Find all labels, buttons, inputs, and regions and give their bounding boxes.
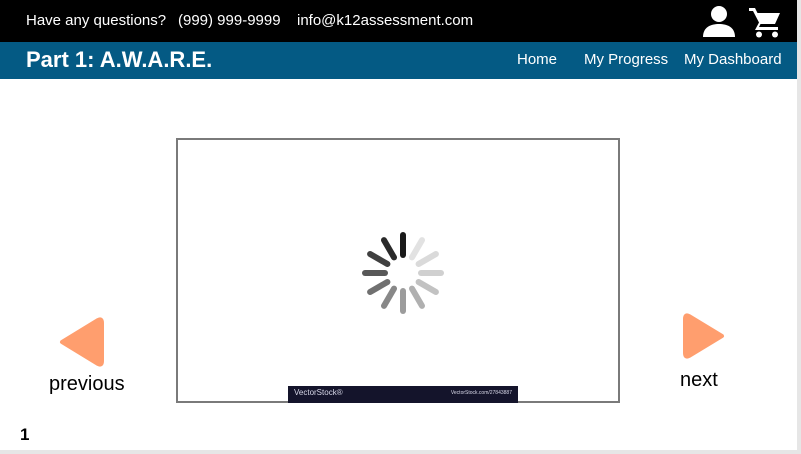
page-frame: Have any questions? (999) 999-9999 info@… <box>0 0 801 454</box>
contact-bar: Have any questions? (999) 999-9999 info@… <box>0 0 797 42</box>
email-address[interactable]: info@k12assessment.com <box>297 12 473 29</box>
watermark-brand: VectorStock® <box>294 388 343 397</box>
phone-number[interactable]: (999) 999-9999 <box>178 12 281 29</box>
video-player[interactable]: VectorStock® VectorStock.com/27843887 <box>176 138 620 403</box>
cart-icon[interactable] <box>748 6 782 38</box>
previous-button[interactable]: previous <box>49 373 125 396</box>
watermark-url: VectorStock.com/27843887 <box>450 390 512 396</box>
next-button[interactable]: next <box>680 369 718 392</box>
user-icon[interactable] <box>702 5 736 37</box>
next-arrow-icon[interactable] <box>682 312 728 360</box>
video-watermark: VectorStock® VectorStock.com/27843887 <box>288 386 518 403</box>
page-title: Part 1: A.W.A.R.E. <box>26 47 213 72</box>
previous-arrow-icon[interactable] <box>56 316 106 368</box>
title-bar: Part 1: A.W.A.R.E. Home My Progress My D… <box>0 42 797 79</box>
loading-spinner-icon <box>362 232 444 314</box>
page-number: 1 <box>20 425 30 444</box>
nav-home-link[interactable]: Home <box>517 51 557 68</box>
nav-my-progress-link[interactable]: My Progress <box>584 51 668 68</box>
nav-my-dashboard-link[interactable]: My Dashboard <box>684 51 782 68</box>
questions-text: Have any questions? <box>26 12 167 29</box>
